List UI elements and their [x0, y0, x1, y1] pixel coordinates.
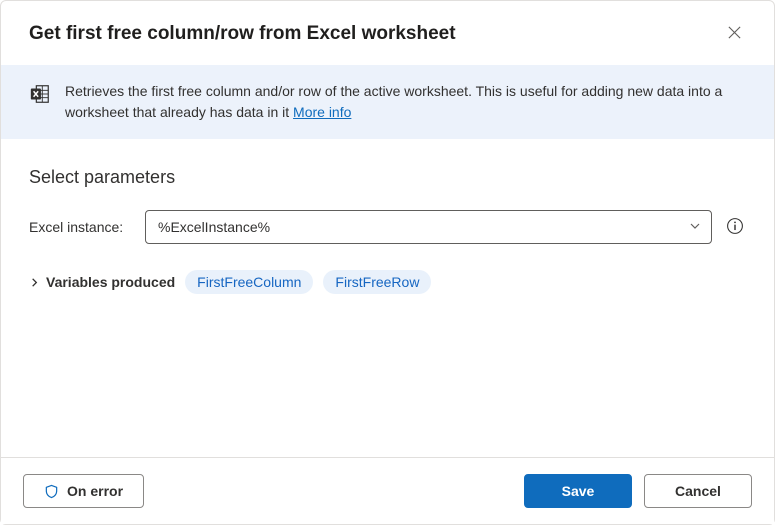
- save-label: Save: [562, 483, 595, 499]
- footer-actions: Save Cancel: [524, 474, 752, 508]
- dialog-footer: On error Save Cancel: [1, 457, 774, 524]
- shield-icon: [44, 484, 59, 499]
- on-error-label: On error: [67, 483, 123, 499]
- dialog-title: Get first free column/row from Excel wor…: [29, 23, 456, 45]
- section-heading: Select parameters: [29, 167, 746, 188]
- excel-instance-dropdown[interactable]: %ExcelInstance%: [145, 210, 712, 244]
- dialog-header: Get first free column/row from Excel wor…: [1, 1, 774, 65]
- variable-chip-firstfreerow[interactable]: FirstFreeRow: [323, 270, 431, 294]
- cancel-label: Cancel: [675, 483, 721, 499]
- variables-produced-label: Variables produced: [46, 274, 175, 290]
- info-description: Retrieves the first free column and/or r…: [65, 83, 722, 120]
- excel-icon: [29, 83, 51, 108]
- excel-instance-row: Excel instance: %ExcelInstance%: [29, 210, 746, 244]
- variable-chip-firstfreecolumn[interactable]: FirstFreeColumn: [185, 270, 313, 294]
- close-icon: [727, 25, 742, 43]
- chevron-right-icon: [29, 277, 40, 288]
- chevron-down-icon: [689, 219, 701, 235]
- excel-instance-info-button[interactable]: [724, 215, 746, 240]
- excel-instance-value: %ExcelInstance%: [158, 219, 270, 235]
- info-icon: [726, 217, 744, 238]
- on-error-button[interactable]: On error: [23, 474, 144, 508]
- dialog-content: Select parameters Excel instance: %Excel…: [1, 139, 774, 294]
- close-button[interactable]: [723, 21, 746, 47]
- variables-row: Variables produced FirstFreeColumn First…: [29, 270, 746, 294]
- save-button[interactable]: Save: [524, 474, 632, 508]
- info-text: Retrieves the first free column and/or r…: [65, 81, 746, 123]
- info-banner: Retrieves the first free column and/or r…: [1, 65, 774, 139]
- cancel-button[interactable]: Cancel: [644, 474, 752, 508]
- more-info-link[interactable]: More info: [293, 104, 351, 120]
- excel-instance-label: Excel instance:: [29, 219, 133, 235]
- variables-produced-toggle[interactable]: Variables produced: [29, 274, 175, 290]
